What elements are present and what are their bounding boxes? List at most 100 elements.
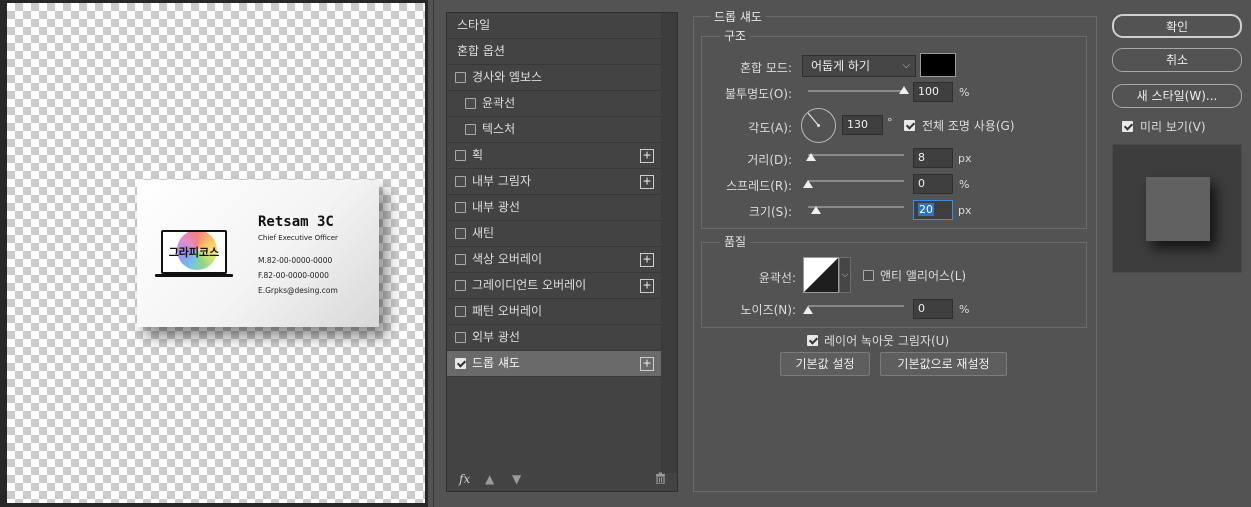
style-list-item[interactable]: 내부 광선 xyxy=(447,195,661,221)
style-list-scrollbar[interactable] xyxy=(661,13,677,473)
add-effect-plus-icon[interactable]: + xyxy=(640,279,654,293)
layer-style-dialog: 스타일 혼합 옵션 경사와 엠보스 윤곽선 텍스처 획 + 내부 그림자 + 내부 광선 새틴 색상 … xyxy=(433,0,1251,507)
add-effect-plus-icon[interactable]: + xyxy=(640,253,654,267)
style-list-item[interactable]: 텍스처 xyxy=(447,117,661,143)
style-item-label: 외부 광선 xyxy=(472,330,520,344)
distance-slider-thumb[interactable] xyxy=(805,153,816,161)
add-effect-plus-icon[interactable]: + xyxy=(640,175,654,189)
style-item-checkbox[interactable] xyxy=(465,98,476,109)
contour-label: 윤곽선: xyxy=(758,271,796,285)
style-preview-swatch xyxy=(1146,177,1210,241)
quality-title: 품질 xyxy=(720,233,751,250)
distance-unit: px xyxy=(958,152,972,165)
style-list-item[interactable]: 그레이디언트 오버레이 + xyxy=(447,273,661,299)
card-phone: M.82-00-0000-0000 xyxy=(258,256,333,265)
style-item-label: 경사와 엠보스 xyxy=(472,70,543,84)
style-list-item[interactable]: 윤곽선 xyxy=(447,91,661,117)
style-list-item[interactable]: 패턴 오버레이 xyxy=(447,299,661,325)
arrow-down-icon[interactable]: ▼ xyxy=(512,472,521,486)
add-effect-plus-icon[interactable]: + xyxy=(640,149,654,163)
style-item-label: 획 xyxy=(472,148,484,162)
global-light-checkbox[interactable] xyxy=(904,120,915,131)
card-email: E.Grpks@desing.com xyxy=(258,286,338,295)
distance-input[interactable]: 8 xyxy=(913,148,953,168)
shadow-color-swatch[interactable] xyxy=(920,53,956,77)
blend-mode-select[interactable]: 어둡게 하기 ⌵ xyxy=(802,55,916,77)
style-item-checkbox[interactable] xyxy=(455,72,466,83)
style-list-item[interactable]: 획 + xyxy=(447,143,661,169)
structure-title: 구조 xyxy=(720,27,751,44)
distance-slider-track[interactable] xyxy=(808,154,904,156)
style-item-checkbox[interactable] xyxy=(465,124,476,135)
style-item-checkbox[interactable] xyxy=(455,332,466,343)
preview-checkbox[interactable] xyxy=(1122,121,1133,132)
angle-dial[interactable] xyxy=(801,108,836,143)
style-item-label: 내부 광선 xyxy=(472,200,520,214)
opacity-slider-thumb[interactable] xyxy=(899,86,909,94)
knockout-checkbox[interactable] xyxy=(807,335,818,346)
new-style-button[interactable]: 새 스타일(W)... xyxy=(1112,84,1242,108)
style-item-label: 내부 그림자 xyxy=(472,174,532,188)
opacity-slider-track[interactable] xyxy=(808,90,904,92)
style-list-item[interactable]: 혼합 옵션 xyxy=(447,39,661,65)
size-label: 크기(S): xyxy=(748,205,792,219)
opacity-input[interactable]: 100 xyxy=(913,82,953,102)
style-item-checkbox[interactable] xyxy=(455,202,466,213)
logo-text: 그라피코스 xyxy=(168,246,220,259)
contour-dropdown-chevron-icon[interactable]: ⌵ xyxy=(839,257,851,293)
style-item-checkbox[interactable] xyxy=(455,254,466,265)
size-slider-thumb[interactable] xyxy=(810,206,821,214)
style-list-panel: 스타일 혼합 옵션 경사와 엠보스 윤곽선 텍스처 획 + 내부 그림자 + 내부 광선 새틴 색상 … xyxy=(446,12,678,492)
style-item-checkbox[interactable] xyxy=(455,228,466,239)
noise-slider-track[interactable] xyxy=(808,305,904,307)
noise-input[interactable]: 0 xyxy=(913,299,953,319)
cancel-button[interactable]: 취소 xyxy=(1112,48,1242,72)
style-list-item[interactable]: 내부 그림자 + xyxy=(447,169,661,195)
global-light-label: 전체 조명 사용(G) xyxy=(922,119,1015,133)
angle-input[interactable]: 130 xyxy=(842,115,883,135)
arrow-up-icon[interactable]: ▲ xyxy=(485,472,494,486)
opacity-unit: % xyxy=(959,86,970,99)
anti-alias-checkbox[interactable] xyxy=(863,270,874,281)
business-card: 그라피코스 Retsam 3C Chief Executive Officer … xyxy=(137,180,379,327)
laptop-logo-base xyxy=(155,274,233,277)
noise-slider-thumb[interactable] xyxy=(803,306,813,314)
reset-default-button[interactable]: 기본값으로 재설정 xyxy=(880,352,1007,376)
style-item-checkbox[interactable] xyxy=(455,150,466,161)
style-list-item[interactable]: 드롭 섀도 + xyxy=(447,351,661,377)
blend-mode-label: 혼합 모드: xyxy=(739,61,792,75)
style-item-label: 그레이디언트 오버레이 xyxy=(472,278,587,292)
drop-shadow-title: 드롭 섀도 xyxy=(710,8,766,25)
style-item-label: 색상 오버레이 xyxy=(472,252,543,266)
add-effect-plus-icon[interactable]: + xyxy=(640,357,654,371)
style-item-label: 새틴 xyxy=(472,226,495,240)
document-canvas[interactable]: 그라피코스 Retsam 3C Chief Executive Officer … xyxy=(0,0,428,507)
fx-icon[interactable]: fx xyxy=(459,472,470,486)
style-list-item[interactable]: 스타일 xyxy=(447,13,661,39)
contour-preview[interactable] xyxy=(803,257,839,293)
size-slider-track[interactable] xyxy=(808,206,904,208)
preview-label: 미리 보기(V) xyxy=(1140,120,1206,134)
make-default-button[interactable]: 기본값 설정 xyxy=(780,352,870,376)
spread-input[interactable]: 0 xyxy=(913,174,953,194)
style-list-item[interactable]: 외부 광선 xyxy=(447,325,661,351)
style-item-label: 패턴 오버레이 xyxy=(472,304,543,318)
style-item-checkbox[interactable] xyxy=(455,176,466,187)
style-item-checkbox[interactable] xyxy=(455,358,466,369)
style-item-label: 드롭 섀도 xyxy=(472,356,520,370)
style-list-item[interactable]: 색상 오버레이 + xyxy=(447,247,661,273)
spread-unit: % xyxy=(959,178,970,191)
style-item-label: 스타일 xyxy=(457,18,491,32)
ok-button[interactable]: 확인 xyxy=(1112,14,1242,38)
size-input[interactable]: 20 xyxy=(913,200,953,220)
spread-slider-thumb[interactable] xyxy=(803,180,813,188)
style-list-item[interactable]: 새틴 xyxy=(447,221,661,247)
size-unit: px xyxy=(958,204,972,217)
style-item-checkbox[interactable] xyxy=(455,280,466,291)
style-preview-box xyxy=(1112,144,1242,273)
spread-slider-track[interactable] xyxy=(808,180,904,182)
style-list-item[interactable]: 경사와 엠보스 xyxy=(447,65,661,91)
style-item-checkbox[interactable] xyxy=(455,306,466,317)
trash-icon[interactable] xyxy=(655,472,666,487)
laptop-logo-screen: 그라피코스 xyxy=(161,230,227,274)
